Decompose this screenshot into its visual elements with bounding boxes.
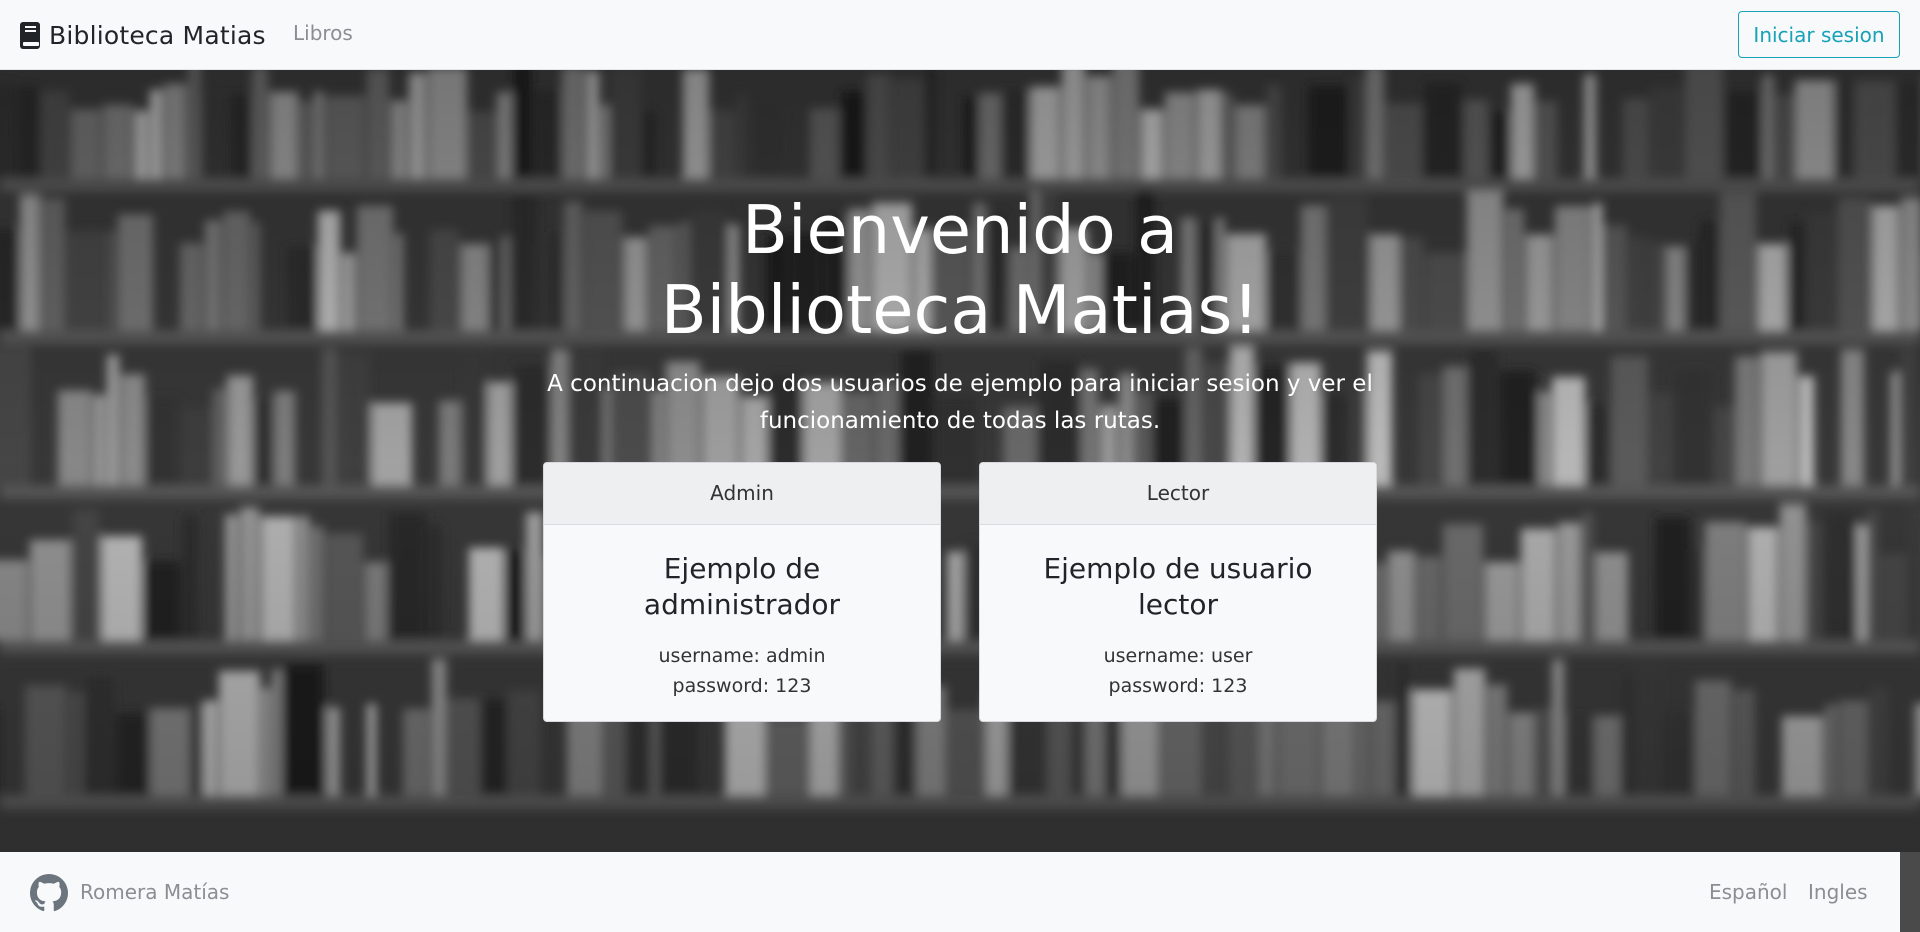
book-icon xyxy=(20,21,40,49)
login-button[interactable]: Iniciar sesion xyxy=(1738,11,1900,58)
hero-background-image xyxy=(0,70,1920,852)
card-title: Ejemplo de usuario lector xyxy=(1043,552,1313,621)
language-spanish-link[interactable]: Español xyxy=(1709,880,1787,904)
card-title: Ejemplo de administrador xyxy=(643,552,841,621)
card-username: username: user xyxy=(1103,645,1253,667)
card-credentials: username: user password: 123 xyxy=(980,641,1376,701)
nav-link-libros[interactable]: Libros xyxy=(293,21,353,45)
reader-example-card: Lector Ejemplo de usuario lector usernam… xyxy=(979,462,1377,722)
hero-subtitle: A continuacion dejo dos usuarios de ejem… xyxy=(547,371,1373,434)
scrollbar-track[interactable] xyxy=(1900,852,1920,932)
footer: Romera Matías Español Ingles xyxy=(0,852,1900,932)
hero-title-line-1: Bienvenido a xyxy=(741,191,1179,269)
language-english-link[interactable]: Ingles xyxy=(1808,880,1868,904)
card-username: username: admin xyxy=(658,645,826,667)
admin-example-card: Admin Ejemplo de administrador username:… xyxy=(543,462,941,722)
hero-section: Bienvenido a Biblioteca Matias! A contin… xyxy=(0,70,1920,852)
hero-title-line-2: Biblioteca Matias! xyxy=(660,271,1260,349)
brand-link[interactable]: Biblioteca Matias xyxy=(19,20,266,50)
github-icon[interactable] xyxy=(30,874,68,912)
card-credentials: username: admin password: 123 xyxy=(544,641,940,701)
card-header: Admin xyxy=(544,463,940,525)
brand-name: Biblioteca Matias xyxy=(49,20,266,50)
navbar: Biblioteca Matias Libros Iniciar sesion xyxy=(0,0,1920,70)
card-password: password: 123 xyxy=(672,675,812,697)
card-password: password: 123 xyxy=(1108,675,1248,697)
card-header: Lector xyxy=(980,463,1376,525)
hero-title: Bienvenido a Biblioteca Matias! xyxy=(460,190,1460,350)
author-link[interactable]: Romera Matías xyxy=(80,880,229,904)
